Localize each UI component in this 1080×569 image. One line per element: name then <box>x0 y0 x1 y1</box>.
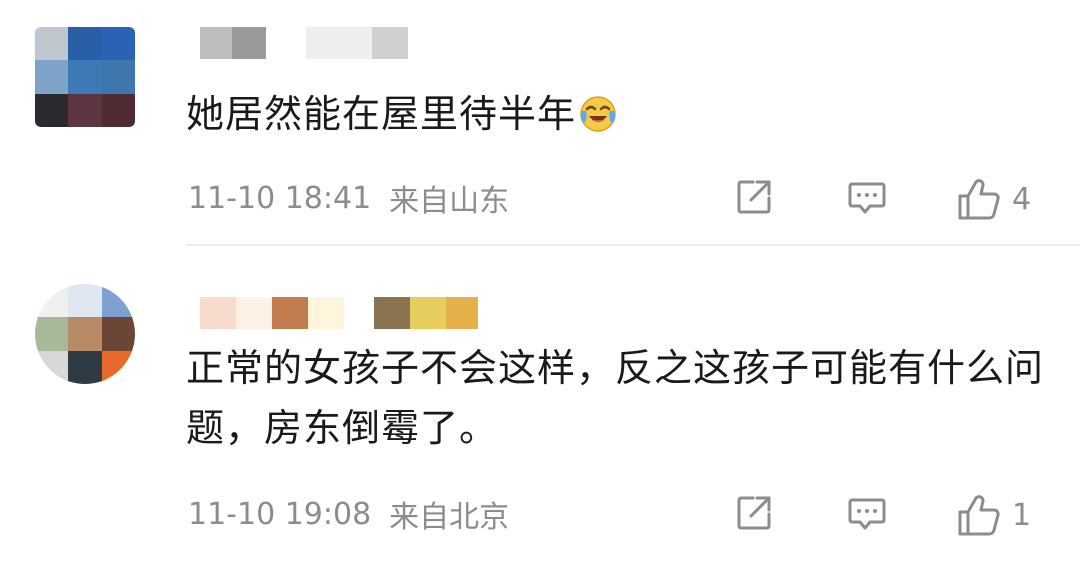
avatar-pixel <box>35 60 69 94</box>
username-pixel <box>232 27 266 59</box>
comment-meta: 11-10 19:08 来自北京 <box>188 492 509 536</box>
avatar-pixel <box>35 350 69 384</box>
reply-button[interactable] <box>846 492 888 534</box>
avatar-pixel <box>35 27 69 61</box>
username-pixel <box>306 27 372 59</box>
avatar[interactable] <box>35 27 135 127</box>
like-icon <box>958 495 1000 536</box>
username-pixel <box>272 297 308 329</box>
username-pixel <box>344 297 374 329</box>
username-pixel <box>372 27 408 59</box>
share-icon <box>737 180 771 214</box>
avatar-pixel <box>101 350 135 384</box>
avatar-pixel <box>35 93 69 127</box>
avatar-pixel <box>35 317 69 351</box>
comment-time: 11-10 18:41 <box>188 180 372 216</box>
username-pixel <box>374 297 410 329</box>
comment-item: 正常的女孩子不会这样，反之这孩子可能有什么问题，房东倒霉了。 11-10 19:… <box>0 246 1080 569</box>
avatar-pixel <box>68 93 102 127</box>
like-count: 4 <box>1012 181 1032 217</box>
username-pixelated[interactable] <box>200 27 408 59</box>
avatar-pixel <box>68 284 102 318</box>
avatar-pixel <box>101 284 135 318</box>
like-icon <box>958 179 1000 220</box>
avatar-pixel <box>68 350 102 384</box>
avatar-pixel <box>101 27 135 61</box>
username-pixel <box>200 27 232 59</box>
username-pixelated[interactable] <box>200 297 478 329</box>
comment-item: 她居然能在屋里待半年 11-10 18:41 来自山东 4 <box>0 0 1080 246</box>
avatar[interactable] <box>35 284 135 384</box>
reply-button[interactable] <box>846 176 888 218</box>
username-pixel <box>410 297 446 329</box>
like-count: 1 <box>1012 497 1032 533</box>
username-pixel <box>200 297 236 329</box>
comment-location: 来自山东 <box>389 184 510 219</box>
avatar-pixel <box>35 284 69 318</box>
comment-location: 来自北京 <box>389 500 510 535</box>
reply-icon <box>848 498 886 530</box>
comment-text: 她居然能在屋里待半年 <box>186 84 618 144</box>
share-icon <box>737 496 771 530</box>
username-pixel <box>308 297 344 329</box>
comment-meta: 11-10 18:41 来自山东 <box>188 176 509 220</box>
avatar-pixel <box>68 317 102 351</box>
comment-text-body: 正常的女孩子不会这样，反之这孩子可能有什么问题，房东倒霉了。 <box>186 346 1045 450</box>
laughing-crying-emoji-icon <box>578 90 618 132</box>
comment-text-body: 她居然能在屋里待半年 <box>186 92 577 136</box>
avatar-pixel <box>101 317 135 351</box>
username-pixel <box>266 27 306 59</box>
comment-time: 11-10 19:08 <box>188 496 372 532</box>
reply-icon <box>848 182 886 214</box>
username-pixel <box>236 297 272 329</box>
share-button[interactable] <box>733 492 775 534</box>
comment-text: 正常的女孩子不会这样，反之这孩子可能有什么问题，房东倒霉了。 <box>186 338 1056 458</box>
like-button[interactable]: 4 <box>956 176 1031 222</box>
avatar-pixel <box>101 60 135 94</box>
avatar-pixel <box>68 27 102 61</box>
username-pixel <box>446 297 478 329</box>
share-button[interactable] <box>733 176 775 218</box>
avatar-pixel <box>68 60 102 94</box>
like-button[interactable]: 1 <box>956 492 1031 538</box>
avatar-pixel <box>101 93 135 127</box>
